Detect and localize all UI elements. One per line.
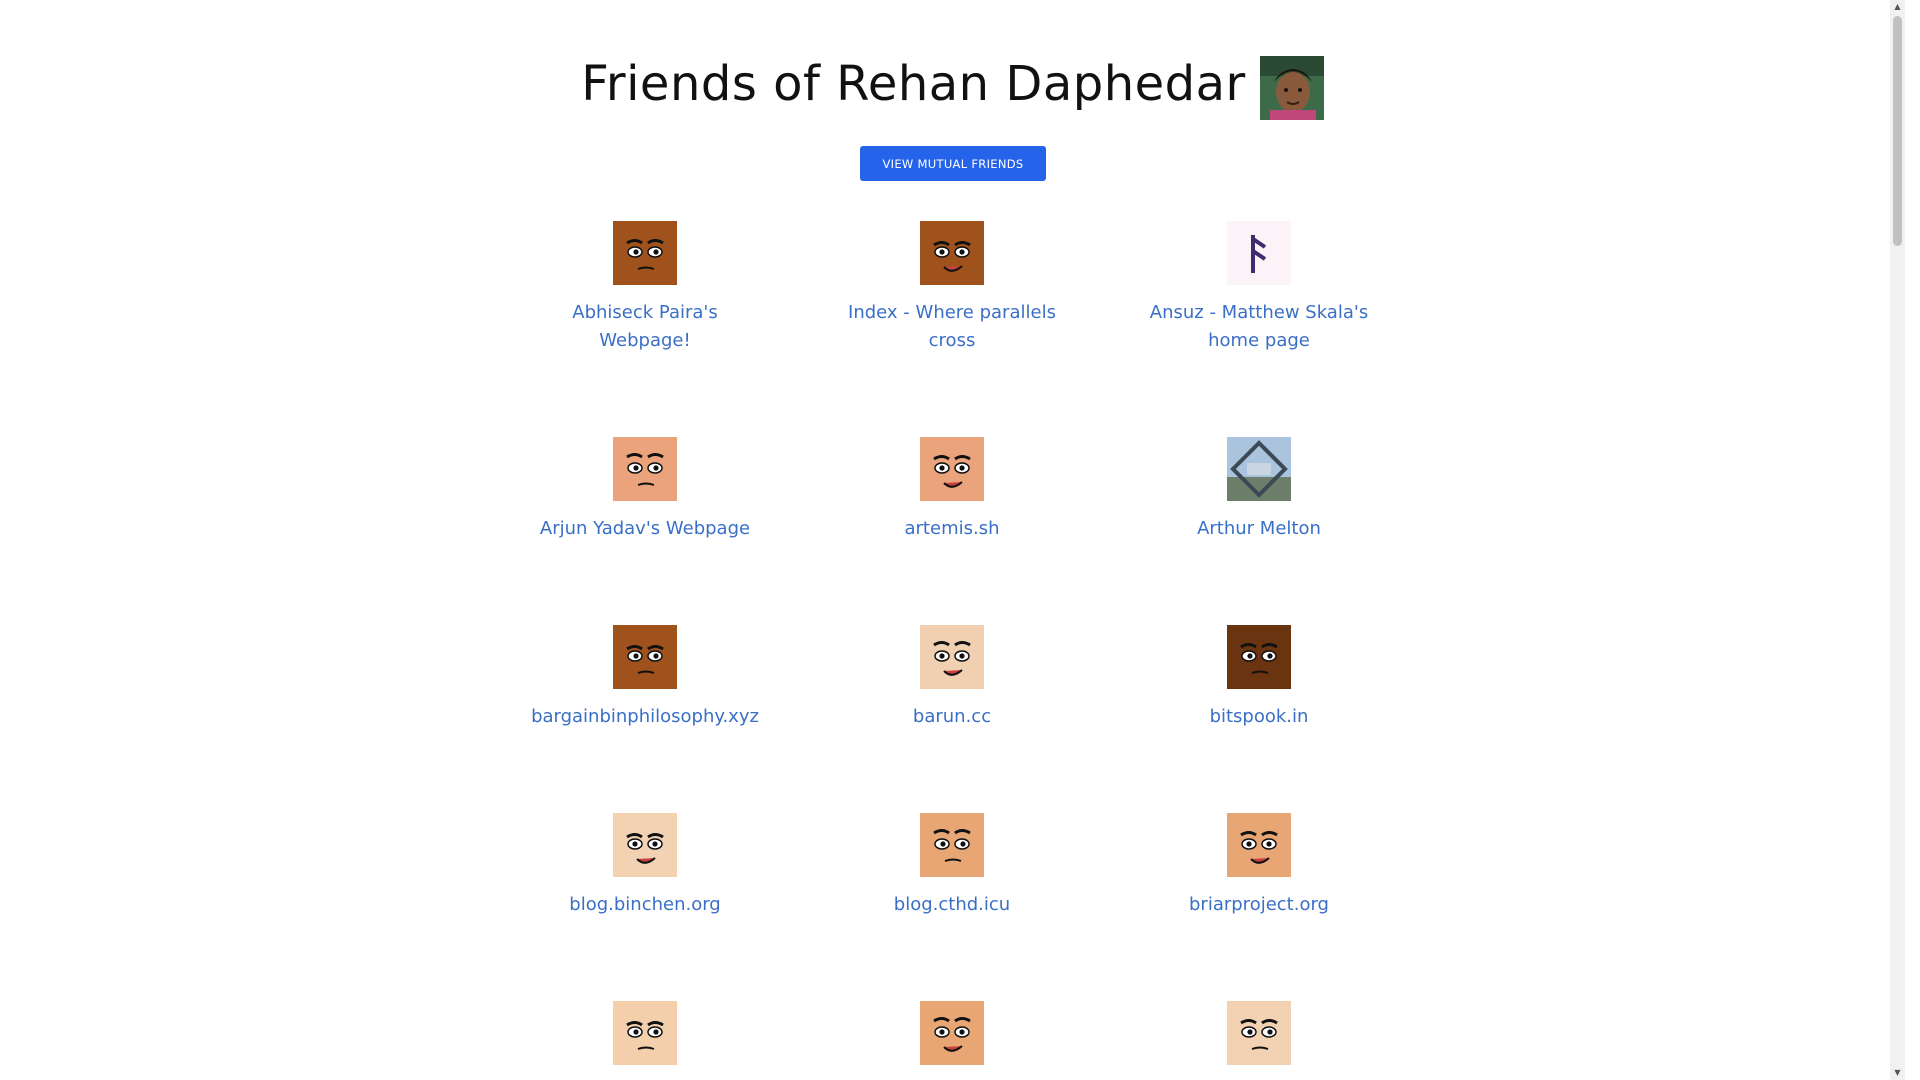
friend-link[interactable]: Ansuz - Matthew Skala's home page (1139, 299, 1379, 355)
friend-card: artemis.sh (832, 437, 1072, 543)
friend-avatar[interactable] (1227, 437, 1291, 501)
friend-avatar[interactable] (920, 221, 984, 285)
friend-avatar[interactable] (1227, 221, 1291, 285)
friend-card: blog.binchen.org (525, 813, 765, 919)
friend-avatar[interactable] (920, 625, 984, 689)
friend-link[interactable]: blog.binchen.org (525, 891, 765, 919)
friend-avatar[interactable] (920, 813, 984, 877)
friend-card: bitspook.in (1139, 625, 1379, 731)
friend-card: Abhiseck Paira's Webpage! (525, 221, 765, 355)
friend-card: Arthur Melton (1139, 437, 1379, 543)
friend-card: blog.cthd.icu (832, 813, 1072, 919)
friend-avatar[interactable] (613, 437, 677, 501)
friend-avatar[interactable] (613, 625, 677, 689)
friend-avatar[interactable] (613, 813, 677, 877)
friend-avatar[interactable] (613, 221, 677, 285)
friend-avatar[interactable] (920, 1001, 984, 1065)
friend-link[interactable]: bargainbinphilosophy.xyz (525, 703, 765, 731)
friend-card: Arjun Yadav's Webpage (525, 437, 765, 543)
friend-card: Ansuz - Matthew Skala's home page (1139, 221, 1379, 355)
friend-card: Index - Where parallels cross (832, 221, 1072, 355)
friend-link[interactable]: barun.cc (832, 703, 1072, 731)
friend-card (525, 1001, 765, 1065)
page: Friends of Rehan Daphedar VIEW MUTUAL FR… (0, 0, 1905, 1080)
friend-card: briarproject.org (1139, 813, 1379, 919)
friend-card (832, 1001, 1072, 1065)
friend-link[interactable]: Abhiseck Paira's Webpage! (525, 299, 765, 355)
friend-link[interactable]: briarproject.org (1139, 891, 1379, 919)
friend-card (1139, 1001, 1379, 1065)
scrollbar-thumb[interactable] (1893, 16, 1902, 246)
friend-link[interactable]: Arthur Melton (1139, 515, 1379, 543)
friend-link[interactable]: Arjun Yadav's Webpage (525, 515, 765, 543)
friend-avatar[interactable] (1227, 813, 1291, 877)
friend-card: bargainbinphilosophy.xyz (525, 625, 765, 731)
friend-avatar[interactable] (920, 437, 984, 501)
friend-avatar[interactable] (1227, 1001, 1291, 1065)
friend-avatar[interactable] (1227, 625, 1291, 689)
scroll-down-arrow-icon[interactable]: ▼ (1890, 1066, 1905, 1080)
friend-link[interactable]: blog.cthd.icu (832, 891, 1072, 919)
friend-avatar[interactable] (613, 1001, 677, 1065)
friend-card: barun.cc (832, 625, 1072, 731)
friends-grid: Abhiseck Paira's Webpage! Index - Where … (0, 0, 1905, 1080)
friend-link[interactable]: Index - Where parallels cross (832, 299, 1072, 355)
scroll-up-arrow-icon[interactable]: ▲ (1890, 0, 1905, 14)
scrollbar[interactable]: ▲ ▼ (1890, 0, 1905, 1080)
friend-link[interactable]: bitspook.in (1139, 703, 1379, 731)
friend-link[interactable]: artemis.sh (832, 515, 1072, 543)
